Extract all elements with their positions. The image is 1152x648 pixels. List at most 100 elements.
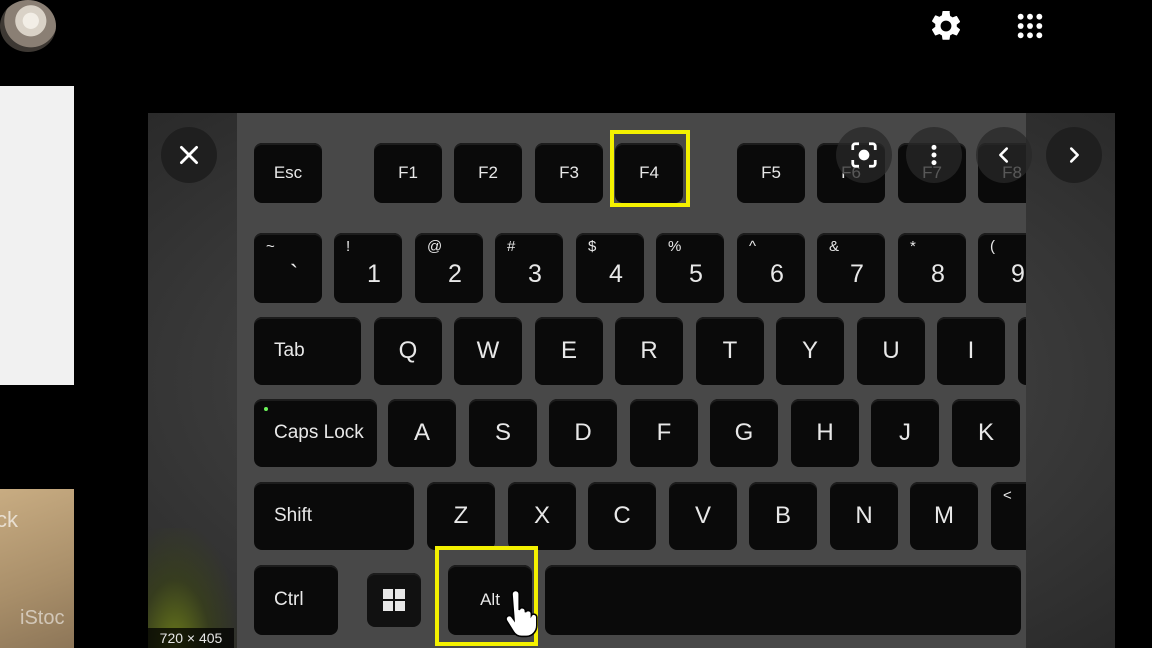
key-digit: 9 xyxy=(1011,260,1025,288)
key-m: M xyxy=(910,482,978,550)
key-x: X xyxy=(508,482,576,550)
key-4: $4 xyxy=(576,233,644,303)
key-h: H xyxy=(791,399,859,467)
key-digit: 6 xyxy=(770,260,784,288)
key-i: I xyxy=(937,317,1005,385)
key-label: X xyxy=(533,502,550,529)
key-label: B xyxy=(774,502,791,529)
key-label: R xyxy=(640,337,658,364)
key-digit: 1 xyxy=(367,260,381,288)
settings-gear-icon[interactable] xyxy=(926,6,966,46)
key-label: U xyxy=(882,337,900,364)
profile-avatar[interactable] xyxy=(0,0,56,52)
key-k: K xyxy=(952,399,1020,467)
key-f5: F5 xyxy=(737,143,805,203)
key-u: U xyxy=(857,317,925,385)
key-label: D xyxy=(574,419,592,446)
key-label: I xyxy=(967,337,975,364)
key-6: ^ 6 xyxy=(737,233,805,303)
key-label: S xyxy=(494,419,511,446)
key-label: V xyxy=(694,502,711,529)
chevron-right-icon xyxy=(1069,147,1079,163)
key-caps-lock: Caps Lock xyxy=(254,399,377,467)
key-w: W xyxy=(454,317,522,385)
key-symbol: % xyxy=(668,238,682,255)
key-label: F xyxy=(656,419,672,446)
key-label: Z xyxy=(453,502,469,529)
key-a: A xyxy=(388,399,456,467)
result-thumbnail-istock[interactable]: ck iStoc xyxy=(0,489,74,648)
key-1: ! 1 xyxy=(334,233,402,303)
hand-pointer-icon xyxy=(505,590,538,638)
key-symbol: < xyxy=(1003,487,1012,504)
key-space xyxy=(545,565,1021,635)
more-options-button[interactable] xyxy=(906,127,962,183)
previous-button[interactable] xyxy=(976,127,1032,183)
key-3: #3 xyxy=(495,233,563,303)
key-symbol: ^ xyxy=(749,238,757,255)
key-label: K xyxy=(977,419,994,446)
close-icon xyxy=(180,146,198,164)
key-c: C xyxy=(588,482,656,550)
key-label: W xyxy=(476,337,500,364)
key-symbol: ( xyxy=(990,238,995,255)
key-z: Z xyxy=(427,482,495,550)
key-v: V xyxy=(669,482,737,550)
result-thumbnail-blank[interactable] xyxy=(0,86,74,385)
key-symbol: * xyxy=(910,238,916,255)
key-symbol: & xyxy=(829,238,840,255)
key-label: G xyxy=(734,419,754,446)
close-button[interactable] xyxy=(161,127,217,183)
key-symbol: ! xyxy=(346,238,351,255)
key-label: Tab xyxy=(274,340,305,361)
watermark-brand: iStoc xyxy=(20,607,65,629)
key-o-partial xyxy=(1018,317,1026,385)
key-label: M xyxy=(934,502,954,529)
key-2: @2 xyxy=(415,233,483,303)
key-b: B xyxy=(749,482,817,550)
key-label: C xyxy=(613,502,631,529)
key-r: R xyxy=(615,317,683,385)
lens-icon xyxy=(851,142,877,168)
key-j: J xyxy=(871,399,939,467)
key-7: & 7 xyxy=(817,233,885,303)
key-t: T xyxy=(696,317,764,385)
key-9: (9 xyxy=(978,233,1026,303)
key-digit: 4 xyxy=(609,260,623,288)
key-label: F1 xyxy=(398,163,418,182)
key-label: Shift xyxy=(274,505,313,526)
key-digit: 7 xyxy=(850,260,864,288)
key-digit: 2 xyxy=(448,260,462,288)
key-y: Y xyxy=(776,317,844,385)
key-f3: F3 xyxy=(535,143,603,203)
windows-logo-icon xyxy=(367,573,421,627)
key-shift: Shift xyxy=(254,482,414,550)
key-label: Y xyxy=(801,337,818,364)
key-8: * 8 xyxy=(898,233,966,303)
key-s: S xyxy=(469,399,537,467)
image-dimensions-label: 720 × 405 xyxy=(148,628,234,648)
key-symbol: # xyxy=(507,238,516,255)
key-label: T xyxy=(722,337,738,364)
key-ctrl: Ctrl xyxy=(254,565,338,635)
key-comma-partial: < xyxy=(991,482,1026,550)
key-label: H xyxy=(816,419,834,446)
key-label: F2 xyxy=(478,163,498,182)
next-button[interactable] xyxy=(1046,127,1102,183)
key-5: % 5 xyxy=(656,233,724,303)
key-symbol: @ xyxy=(427,238,443,255)
key-f1: F1 xyxy=(374,143,442,203)
key-label: F3 xyxy=(559,163,579,182)
key-digit: 5 xyxy=(689,260,703,288)
key-symbol: ~ xyxy=(266,238,275,255)
apps-grid-icon[interactable] xyxy=(1010,6,1050,46)
chevron-left-icon xyxy=(999,147,1009,163)
key-label: F5 xyxy=(761,163,781,182)
key-label: Caps Lock xyxy=(274,422,364,443)
key-tab: Tab xyxy=(254,317,361,385)
key-symbol: $ xyxy=(588,238,597,255)
key-label: N xyxy=(855,502,873,529)
lens-search-button[interactable] xyxy=(836,127,892,183)
more-vert-icon xyxy=(931,144,937,166)
watermark-text: ck xyxy=(0,507,18,532)
